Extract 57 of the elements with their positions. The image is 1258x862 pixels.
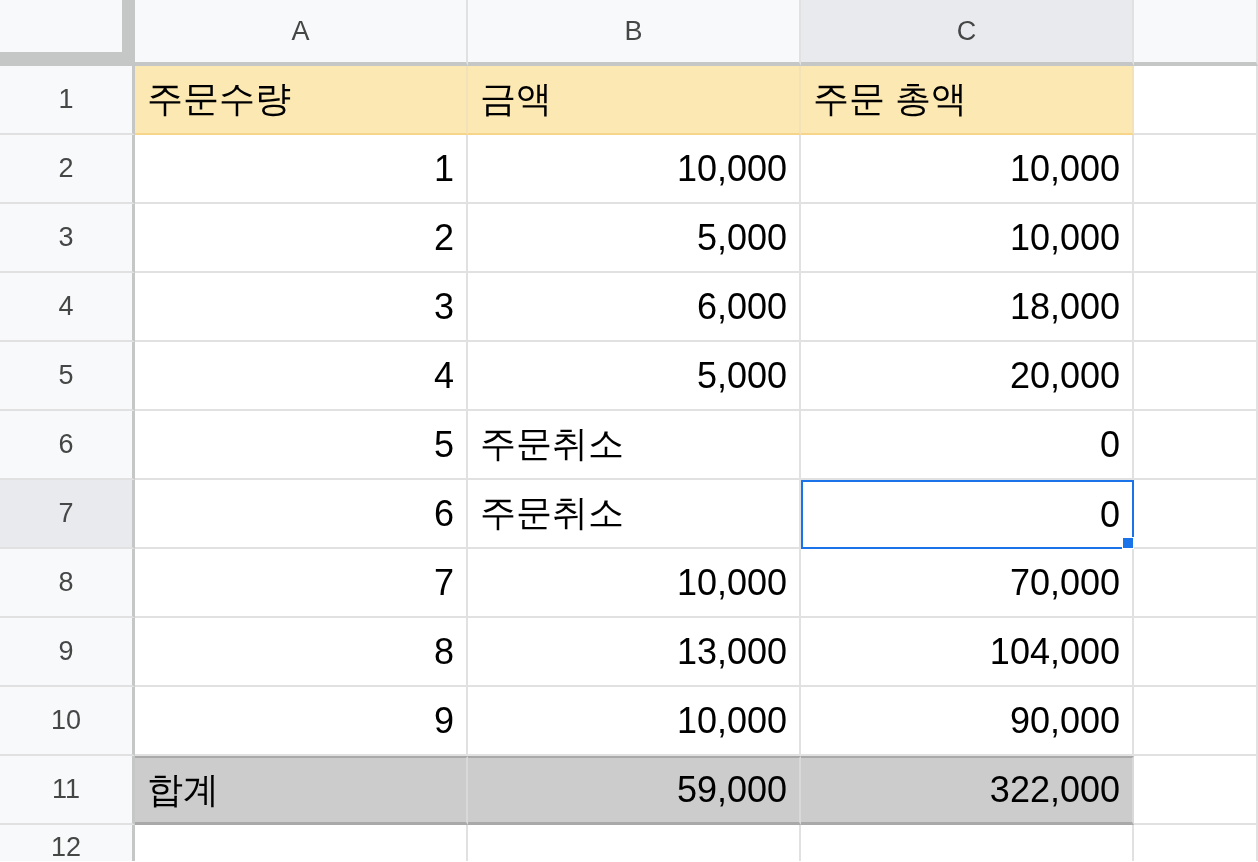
table-cell[interactable]: 6 [135,480,468,549]
table-cell[interactable]: 1 [135,135,468,204]
table-cell[interactable]: 10,000 [468,135,801,204]
table-cell[interactable]: 3 [135,273,468,342]
column-header[interactable]: A [135,0,468,66]
row-header[interactable]: 9 [0,618,135,687]
row-header[interactable]: 8 [0,549,135,618]
table-cell[interactable]: 주문취소 [468,480,801,549]
row-header[interactable]: 11 [0,756,135,825]
table-cell[interactable]: 18,000 [801,273,1134,342]
empty-cell[interactable] [1134,411,1258,480]
table-cell[interactable]: 주문취소 [468,411,801,480]
table-cell[interactable]: 2 [135,204,468,273]
table-cell[interactable]: 70,000 [801,549,1134,618]
table-cell[interactable]: 7 [135,549,468,618]
table-cell[interactable]: 5,000 [468,342,801,411]
select-all-corner[interactable] [0,0,135,66]
table-cell[interactable]: 4 [135,342,468,411]
empty-cell[interactable] [1134,342,1258,411]
table-cell[interactable]: 10,000 [468,549,801,618]
empty-cell[interactable] [1134,273,1258,342]
empty-cell[interactable] [1134,687,1258,756]
table-cell[interactable]: 주문수량 [135,66,468,135]
table-cell[interactable]: 59,000 [468,756,801,825]
row-header[interactable]: 2 [0,135,135,204]
table-cell[interactable]: 322,000 [801,756,1134,825]
column-header[interactable] [1134,0,1258,66]
row-header[interactable]: 10 [0,687,135,756]
empty-cell[interactable] [1134,618,1258,687]
table-cell[interactable]: 합계 [135,756,468,825]
row-header[interactable]: 6 [0,411,135,480]
fill-handle[interactable] [1122,537,1134,549]
table-cell[interactable]: 10,000 [801,135,1134,204]
table-cell[interactable]: 104,000 [801,618,1134,687]
empty-cell[interactable] [1134,480,1258,549]
row-header[interactable]: 4 [0,273,135,342]
table-cell[interactable]: 20,000 [801,342,1134,411]
table-cell[interactable]: 10,000 [801,204,1134,273]
empty-cell[interactable] [1134,135,1258,204]
table-cell[interactable]: 13,000 [468,618,801,687]
table-cell[interactable]: 금액 [468,66,801,135]
row-header[interactable]: 1 [0,66,135,135]
empty-cell[interactable] [1134,549,1258,618]
column-header[interactable]: B [468,0,801,66]
row-header[interactable]: 5 [0,342,135,411]
table-cell[interactable]: 5 [135,411,468,480]
table-cell[interactable]: 5,000 [468,204,801,273]
row-header[interactable]: 3 [0,204,135,273]
empty-cell[interactable] [1134,204,1258,273]
table-cell[interactable]: 8 [135,618,468,687]
row-header[interactable]: 7 [0,480,135,549]
column-header[interactable]: C [801,0,1134,66]
table-cell[interactable]: 0 [801,411,1134,480]
table-cell[interactable]: 주문 총액 [801,66,1134,135]
row-header[interactable]: 12 [0,825,135,861]
table-cell[interactable]: 6,000 [468,273,801,342]
table-cell[interactable]: 0 [801,480,1134,549]
